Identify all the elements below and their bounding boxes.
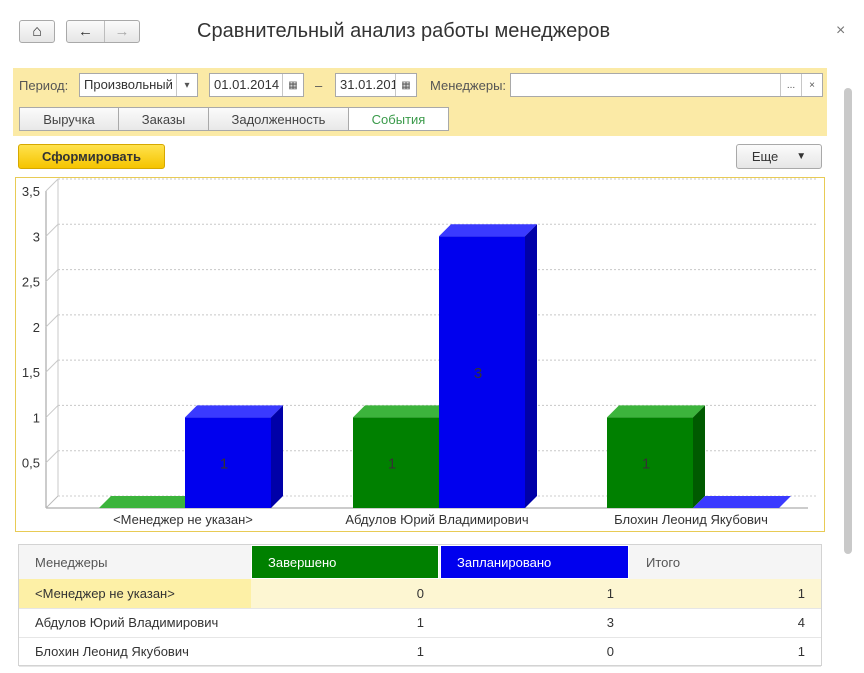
home-icon: ⌂ bbox=[32, 22, 42, 40]
planned-cell: 1 bbox=[440, 579, 630, 608]
manager-cell: Блохин Леонид Якубович bbox=[35, 644, 189, 659]
y-tick-label: 1,5 bbox=[22, 365, 40, 380]
date-from-value: 01.01.2014 bbox=[214, 77, 280, 92]
table-header: Менеджеры Завершено Запланировано Итого bbox=[19, 545, 821, 580]
x-tick-label: <Менеджер не указан> bbox=[113, 512, 253, 527]
page-title: Сравнительный анализ работы менеджеров bbox=[197, 20, 611, 42]
home-button[interactable]: ⌂ bbox=[19, 20, 55, 43]
y-tick-label: 0,5 bbox=[22, 456, 40, 471]
gridline-diagonal bbox=[45, 314, 59, 328]
manager-cell: Абдулов Юрий Владимирович bbox=[35, 615, 219, 630]
bar-top bbox=[185, 405, 283, 418]
completed-cell: 0 bbox=[251, 579, 440, 608]
managers-field[interactable]: ... × bbox=[510, 73, 823, 97]
x-tick-label: Блохин Леонид Якубович bbox=[614, 512, 768, 527]
chevron-down-icon: ▼ bbox=[796, 151, 807, 162]
bar-side bbox=[693, 405, 705, 508]
bar-value-label: 1 bbox=[642, 456, 650, 473]
total-cell: 1 bbox=[630, 579, 821, 608]
bar-side bbox=[271, 405, 283, 508]
x-tick-label: Абдулов Юрий Владимирович bbox=[345, 512, 528, 527]
y-tick-label: 3,5 bbox=[22, 184, 40, 199]
clear-icon[interactable]: × bbox=[801, 74, 822, 96]
gridline-diagonal bbox=[45, 359, 59, 373]
calendar-icon[interactable]: ▦ bbox=[395, 74, 416, 96]
header-total[interactable]: Итого bbox=[630, 545, 821, 579]
y-tick-label: 2 bbox=[33, 320, 40, 335]
calendar-icon[interactable]: ▦ bbox=[282, 74, 303, 96]
bar-value-label: 3 bbox=[474, 365, 482, 382]
build-report-button[interactable]: Сформировать bbox=[18, 144, 165, 169]
tab-debt[interactable]: Задолженность bbox=[208, 107, 349, 131]
bar-chart: 0,5 1 1,5 2 2,5 3 3,5 1 <Менеджер не указан> 1 3 Аб… bbox=[22, 178, 816, 527]
gridline-diagonal bbox=[45, 450, 59, 464]
results-table: Менеджеры Завершено Запланировано Итого … bbox=[18, 544, 822, 667]
planned-cell: 0 bbox=[606, 644, 614, 659]
gridline-diagonal bbox=[45, 269, 59, 282]
period-value: Произвольный bbox=[84, 77, 173, 92]
chevron-down-icon[interactable]: ▾ bbox=[176, 74, 197, 96]
arrow-right-icon: → bbox=[114, 23, 130, 40]
bar-value-label: 1 bbox=[220, 456, 228, 473]
gridline-diagonal bbox=[45, 178, 59, 192]
table-row[interactable]: Блохин Леонид Якубович 1 0 1 bbox=[19, 637, 821, 667]
back-button[interactable]: ← bbox=[67, 21, 105, 42]
arrow-left-icon: ← bbox=[78, 23, 93, 40]
completed-cell: 1 bbox=[416, 615, 424, 630]
completed-cell: 1 bbox=[416, 644, 424, 659]
gridline-diagonal bbox=[45, 405, 59, 418]
bar-side bbox=[525, 224, 537, 508]
manager-cell: <Менеджер не указан> bbox=[35, 586, 175, 601]
period-label: Период: bbox=[19, 78, 69, 93]
header-managers[interactable]: Менеджеры bbox=[19, 545, 251, 579]
bar-top bbox=[353, 405, 451, 418]
forward-button[interactable]: → bbox=[104, 21, 140, 42]
date-from-field[interactable]: 01.01.2014 ▦ bbox=[209, 73, 304, 97]
total-cell: 4 bbox=[797, 615, 805, 630]
more-label: Еще bbox=[751, 149, 779, 164]
managers-label: Менеджеры: bbox=[430, 78, 507, 93]
header-planned[interactable]: Запланировано bbox=[440, 545, 629, 579]
y-tick-label: 3 bbox=[33, 229, 40, 244]
more-button[interactable]: Еще ▼ bbox=[736, 144, 822, 169]
date-to-field[interactable]: 31.01.2014 ▦ bbox=[335, 73, 417, 97]
table-row[interactable]: Абдулов Юрий Владимирович 1 3 4 bbox=[19, 608, 821, 638]
history-nav: ← → bbox=[66, 20, 140, 43]
vertical-scrollbar[interactable] bbox=[844, 88, 852, 554]
y-tick-label: 2,5 bbox=[22, 275, 40, 290]
bar-top bbox=[607, 405, 705, 418]
tab-orders[interactable]: Заказы bbox=[118, 107, 209, 131]
total-cell: 1 bbox=[797, 644, 805, 659]
bar-top bbox=[99, 496, 197, 508]
y-tick-label: 1 bbox=[33, 410, 40, 425]
close-icon[interactable]: × bbox=[836, 22, 845, 40]
period-select[interactable]: Произвольный ▾ bbox=[79, 73, 198, 97]
planned-cell: 3 bbox=[606, 615, 614, 630]
date-dash: – bbox=[315, 78, 323, 93]
select-button[interactable]: ... bbox=[780, 74, 801, 96]
floor-edge bbox=[45, 495, 59, 509]
header-completed[interactable]: Завершено bbox=[251, 545, 439, 579]
tab-events[interactable]: События bbox=[348, 107, 449, 131]
bar-value-label: 1 bbox=[388, 456, 396, 473]
chart-panel: 0,5 1 1,5 2 2,5 3 3,5 1 <Менеджер не указан> 1 3 Аб… bbox=[15, 177, 825, 532]
bar-top bbox=[439, 224, 537, 237]
tab-revenue[interactable]: Выручка bbox=[19, 107, 119, 131]
gridline-diagonal bbox=[45, 223, 59, 237]
bar-top bbox=[693, 496, 791, 508]
table-row[interactable]: <Менеджер не указан> 0 1 1 bbox=[19, 579, 821, 609]
